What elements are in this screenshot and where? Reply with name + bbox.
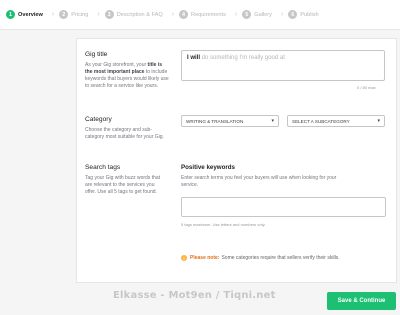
step-label: Pricing bbox=[71, 11, 89, 18]
step-number: 6 bbox=[288, 10, 298, 19]
step-label: Description & FAQ bbox=[116, 11, 163, 18]
step-label: Gallery bbox=[254, 11, 272, 18]
category-select[interactable]: WRITING & TRANSLATION ▾ bbox=[181, 115, 279, 127]
warning-icon: ! bbox=[181, 255, 187, 261]
gig-title-prefix: I will bbox=[187, 55, 201, 61]
subcategory-placeholder: SELECT A SUBCATEGORY bbox=[292, 118, 350, 124]
step-label: Requirements bbox=[191, 11, 226, 18]
search-tags-input[interactable] bbox=[181, 197, 386, 217]
search-tags-label: Search tags bbox=[85, 164, 121, 171]
step-description-faq[interactable]: 3 Description & FAQ bbox=[104, 10, 163, 19]
step-requirements[interactable]: 4 Requirements bbox=[179, 10, 226, 19]
note-prefix: Please note: bbox=[190, 255, 220, 261]
save-and-continue-button[interactable]: Save & Continue bbox=[327, 292, 396, 310]
character-counter: 0 / 80 max bbox=[357, 85, 376, 90]
step-label: Overview bbox=[18, 11, 43, 18]
step-number: 1 bbox=[6, 10, 15, 19]
overview-form-card: Gig title As your Gig storefront, your t… bbox=[76, 38, 397, 283]
step-number: 2 bbox=[59, 10, 69, 19]
positive-keywords-title: Positive keywords bbox=[181, 164, 235, 171]
step-number: 5 bbox=[242, 10, 252, 19]
chevron-right-icon: › bbox=[97, 11, 100, 18]
gig-title-placeholder: do something I'm really good at bbox=[201, 55, 285, 61]
progress-steps-bar: 1 Overview › 2 Pricing › 3 Description &… bbox=[0, 0, 400, 30]
chevron-right-icon: › bbox=[280, 11, 284, 18]
step-publish[interactable]: 6 Publish bbox=[288, 10, 319, 19]
chevron-right-icon: › bbox=[234, 11, 238, 18]
step-pricing[interactable]: 2 Pricing bbox=[59, 10, 88, 19]
chevron-down-icon: ▾ bbox=[271, 118, 274, 124]
step-number: 3 bbox=[104, 10, 114, 19]
category-label: Category bbox=[85, 116, 112, 123]
watermark: Elkasse - Mot9en / Tiqni.net bbox=[113, 290, 276, 301]
desc-text: As your Gig storefront, your bbox=[85, 62, 148, 68]
gig-title-label: Gig title bbox=[85, 51, 108, 58]
gig-title-description: As your Gig storefront, your title is th… bbox=[85, 62, 169, 90]
chevron-right-icon: › bbox=[51, 11, 55, 18]
search-tags-description: Tag your Gig with buzz words that are re… bbox=[85, 175, 161, 195]
category-description: Choose the category and sub-category mos… bbox=[85, 127, 164, 140]
verification-note: ! Please note: Some categories require t… bbox=[181, 255, 340, 261]
note-text: Some categories require that sellers ver… bbox=[221, 255, 340, 261]
step-gallery[interactable]: 5 Gallery bbox=[242, 10, 272, 19]
category-selected-value: WRITING & TRANSLATION bbox=[186, 118, 244, 124]
step-number: 4 bbox=[179, 10, 189, 19]
gig-title-input[interactable]: I will do something I'm really good at bbox=[181, 50, 385, 81]
subcategory-select[interactable]: SELECT A SUBCATEGORY ▾ bbox=[287, 115, 385, 127]
chevron-right-icon: › bbox=[171, 11, 175, 18]
step-label: Publish bbox=[300, 11, 319, 18]
positive-keywords-description: Enter search terms you feel your buyers … bbox=[181, 175, 337, 188]
tags-hint: 5 tags maximum. Use letters and numbers … bbox=[181, 222, 266, 227]
step-overview[interactable]: 1 Overview bbox=[6, 10, 43, 19]
chevron-down-icon: ▾ bbox=[377, 118, 380, 124]
